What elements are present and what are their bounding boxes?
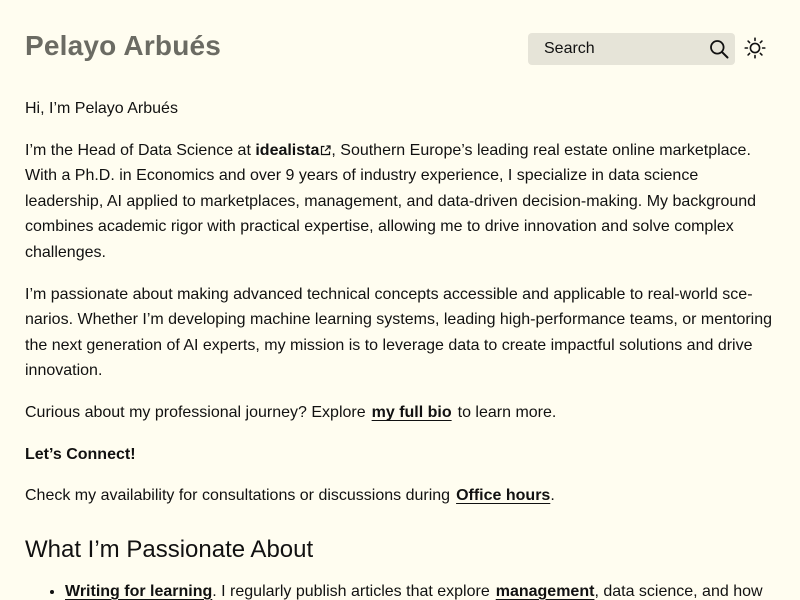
sun-icon[interactable] [744,37,766,59]
passion-paragraph: I’m passionate about making advanced tec… [25,285,773,380]
list-item-text-before: . I regularly publish articles that expl… [212,582,490,600]
passion-section-heading: What I’m Passionate About [25,535,314,563]
intro-text-after: , Southern Europe’s leading real estate … [25,141,757,261]
idealista-link-label: idealista [255,141,320,159]
management-link[interactable]: management [496,583,595,600]
office-hours-link[interactable]: Office hours [456,487,550,504]
intro-text-before: I’m the Head of Data Science at [25,141,256,159]
bio-text-before: Curious about my professional journey? E… [25,403,366,421]
office-hours-text-after: . [550,487,555,505]
bio-text-after: to learn more. [457,403,557,421]
page: Pelayo Arbués Search Hi, I’m Pelayo Arbu… [0,0,800,600]
office-hours-paragraph: Check my availability for consultations … [25,483,777,509]
greeting: Hi, I’m Pelayo Arbués [25,100,178,117]
intro-paragraph: I’m the Head of Data Science at idealist… [25,138,777,266]
full-bio-link[interactable]: my full bio [372,404,452,421]
connect-heading: Let’s Connect! [25,445,136,463]
office-hours-text-before: Check my availability for consultations … [25,487,451,505]
search-placeholder: Search [544,40,595,57]
idealista-link[interactable]: idealista [255,142,331,159]
search-icon[interactable] [709,39,729,59]
writing-for-learning-link[interactable]: Writing for learning [65,583,212,600]
list-item: Writing for learning. I regularly publis… [65,579,777,600]
passion-list: Writing for learning. I regularly publis… [25,579,777,600]
external-link-icon [321,144,331,155]
bio-paragraph: Curious about my professional journey? E… [25,400,777,426]
main-content: Hi, I’m Pelayo Arbués I’m the Head of Da… [25,96,777,600]
site-title-link[interactable]: Pelayo Arbués [25,30,221,62]
search-input[interactable]: Search [528,33,735,65]
site-header: Pelayo Arbués Search [0,0,800,96]
